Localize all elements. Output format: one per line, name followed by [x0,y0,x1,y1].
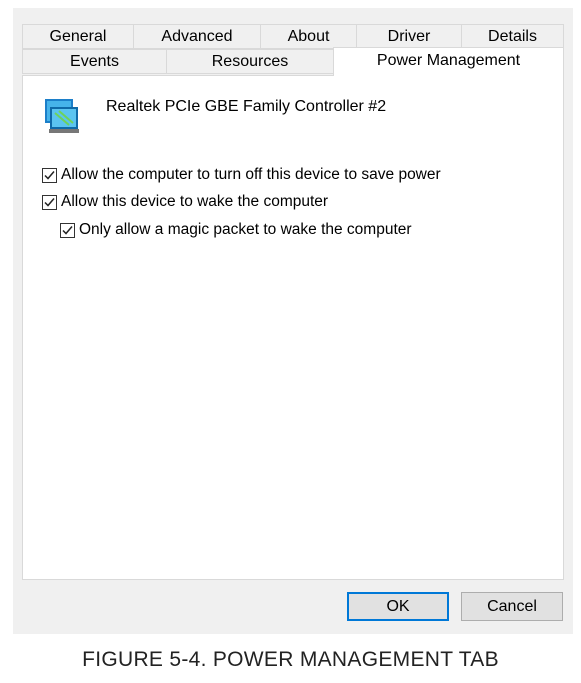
tab-about[interactable]: About [260,24,357,49]
tab-general[interactable]: General [22,24,134,49]
allow-turn-off-checkbox[interactable] [42,167,57,183]
checkmark-icon [62,225,73,235]
magic-packet-label: Only allow a magic packet to wake the co… [79,221,412,238]
ok-button[interactable]: OK [347,592,449,621]
option-allow-wake[interactable]: Allow this device to wake the computer [42,193,328,211]
allow-wake-checkbox[interactable] [42,194,57,210]
tab-power-management[interactable]: Power Management [333,47,564,76]
tab-events[interactable]: Events [22,49,167,74]
magic-packet-checkbox[interactable] [60,222,75,238]
figure-caption: FIGURE 5-4. POWER MANAGEMENT TAB [82,648,499,671]
tab-driver[interactable]: Driver [356,24,462,49]
checkmark-icon [44,197,55,207]
allow-wake-label: Allow this device to wake the computer [61,193,329,210]
checkmark-icon [44,170,55,180]
network-adapter-icon [45,99,79,133]
option-allow-turn-off[interactable]: Allow the computer to turn off this devi… [42,166,441,184]
device-name: Realtek PCIe GBE Family Controller #2 [106,98,387,115]
cancel-button[interactable]: Cancel [461,592,563,621]
option-magic-packet[interactable]: Only allow a magic packet to wake the co… [60,221,412,239]
tab-advanced[interactable]: Advanced [133,24,261,49]
power-management-page [22,75,564,580]
tab-details[interactable]: Details [461,24,564,49]
tab-resources[interactable]: Resources [166,49,334,74]
allow-turn-off-label: Allow the computer to turn off this devi… [61,166,441,183]
